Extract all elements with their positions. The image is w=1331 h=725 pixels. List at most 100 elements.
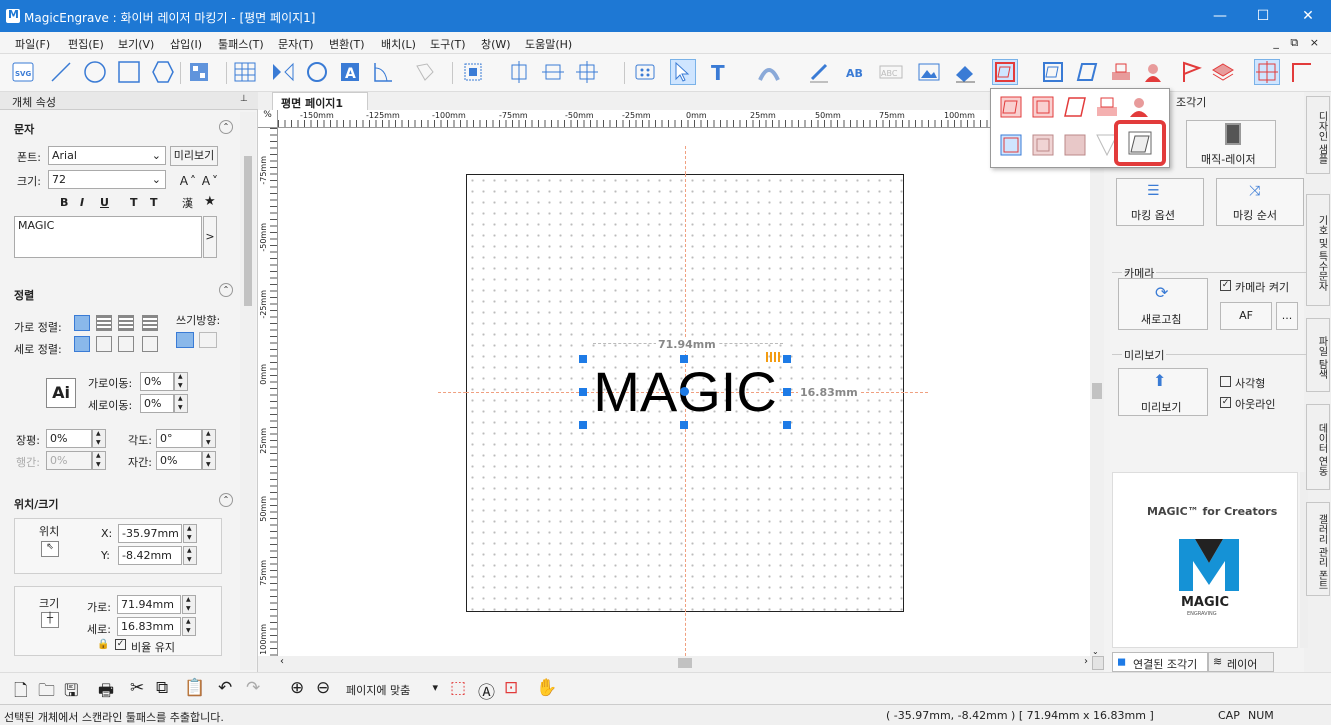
design-canvas[interactable]: 71.94mm 16.83mm MAGIC — [278, 128, 1090, 656]
resize-handle-n[interactable] — [680, 355, 688, 363]
canvas-vertical-scrollbar[interactable]: ⌃ ⌄ — [1090, 128, 1104, 656]
frame-corner-icon[interactable] — [1288, 59, 1314, 85]
rectangle-tool-icon[interactable] — [116, 59, 142, 85]
undo-icon[interactable]: ↶ — [218, 678, 232, 698]
font-grow-icon[interactable]: Ａ˄ — [178, 172, 196, 189]
zoom-area-icon[interactable]: ⬚ — [450, 678, 466, 698]
width-ratio-spinner[interactable] — [92, 429, 106, 448]
text-outline-icon[interactable]: A — [337, 59, 363, 85]
polygon-tool-icon[interactable] — [150, 59, 176, 85]
resize-handle-e[interactable] — [783, 388, 791, 396]
zoom-out-icon[interactable]: ⊖ — [316, 678, 330, 698]
eraser-icon[interactable] — [952, 59, 978, 85]
zoom-selection-icon[interactable]: ⊡ — [504, 678, 518, 698]
symbols-tab[interactable]: 기호 및 특수문자 — [1306, 194, 1330, 306]
redo-icon[interactable]: ↷ — [246, 678, 260, 698]
print-icon[interactable]: 🖶 — [98, 678, 114, 707]
open-folder-icon[interactable]: 🗀 — [38, 678, 55, 707]
laser-device-button[interactable]: 매직-레이저 — [1186, 120, 1276, 168]
align-left-icon[interactable] — [74, 315, 90, 331]
bold-button[interactable]: B — [60, 196, 68, 209]
cut-icon[interactable]: ✂ — [130, 678, 144, 698]
frame-dropdown-icon[interactable] — [992, 59, 1018, 85]
text-edit-marker-icon[interactable] — [766, 352, 780, 362]
frame-option-icon[interactable] — [1031, 133, 1055, 157]
align-center-icon[interactable] — [96, 315, 112, 331]
valign-justify-icon[interactable] — [142, 336, 158, 352]
ellipse-tool-icon[interactable] — [82, 59, 108, 85]
preview-font-button[interactable]: 미리보기 — [170, 146, 218, 166]
gallery-font-tab[interactable]: 갤러리 관리 폰트 — [1306, 502, 1330, 596]
center-v-icon[interactable] — [540, 59, 566, 85]
rectangle-preview-checkbox[interactable] — [1220, 376, 1231, 387]
refresh-camera-button[interactable]: ⟳ 새로고침 — [1118, 278, 1208, 330]
file-explorer-tab[interactable]: 파일 탐색 — [1306, 318, 1330, 392]
frame2-icon[interactable] — [1040, 59, 1066, 85]
copy-icon[interactable]: ⧉ — [156, 678, 168, 698]
angle-tool-icon[interactable] — [370, 59, 396, 85]
h-scroll-thumb[interactable] — [678, 658, 692, 668]
mirror-icon[interactable] — [270, 59, 296, 85]
layer-tab[interactable]: ≋ 레이어 — [1208, 652, 1274, 672]
autofocus-button[interactable]: AF — [1220, 302, 1272, 330]
y-spinner[interactable] — [183, 546, 197, 565]
resize-handle-sw[interactable] — [579, 421, 587, 429]
preview-button[interactable]: ⬆ 미리보기 — [1118, 368, 1208, 416]
char-spacing-spinner[interactable] — [202, 451, 216, 470]
weld-icon[interactable] — [304, 59, 330, 85]
italic-button[interactable]: I — [80, 196, 84, 209]
frame-option-icon[interactable] — [999, 133, 1023, 157]
ab-text-icon[interactable]: AB — [844, 59, 870, 85]
save-icon[interactable]: 🖫 — [64, 678, 78, 707]
align-justify-icon[interactable] — [142, 315, 158, 331]
text-content-input[interactable]: MAGIC — [14, 216, 202, 258]
pen-edit-icon[interactable] — [806, 59, 832, 85]
valign-bottom-icon[interactable] — [118, 336, 134, 352]
frame-option-icon[interactable] — [1063, 95, 1087, 119]
x-spinner[interactable] — [183, 524, 197, 543]
layers-icon[interactable] — [1210, 59, 1236, 85]
position-anchor-icon[interactable]: ⇖ — [41, 541, 59, 557]
x-input[interactable]: -35.97mm — [118, 524, 182, 543]
font-shrink-icon[interactable]: Ａ˅ — [200, 172, 218, 189]
menu-text[interactable]: 문자(T) — [278, 36, 314, 52]
resize-handle-s[interactable] — [680, 421, 688, 429]
resize-handle-se[interactable] — [783, 421, 791, 429]
height-spinner[interactable] — [182, 617, 196, 636]
qrcode-tool-icon[interactable] — [186, 59, 212, 85]
hanja-button[interactable]: 漢 — [182, 195, 193, 211]
valign-top-icon[interactable] — [74, 336, 90, 352]
menu-arrange[interactable]: 배치(L) — [381, 36, 416, 52]
paste-icon[interactable]: 📋 — [184, 678, 205, 698]
angle-input[interactable]: 0° — [156, 429, 202, 448]
highlighted-frame-option[interactable] — [1114, 120, 1166, 166]
h-move-input[interactable]: 0% — [140, 372, 174, 391]
keep-ratio-checkbox[interactable]: ✓ — [115, 639, 126, 650]
menu-toolpath[interactable]: 툴패스(T) — [218, 36, 264, 52]
resize-handle-ne[interactable] — [783, 355, 791, 363]
engrave-machine-icon[interactable] — [1108, 59, 1134, 85]
select-pointer-icon[interactable] — [670, 59, 696, 85]
portrait-option-icon[interactable] — [1127, 95, 1151, 119]
v-scroll-thumb[interactable] — [1092, 383, 1102, 399]
size-anchor-icon[interactable]: ┼ — [41, 612, 59, 628]
menu-tools[interactable]: 도구(T) — [430, 36, 466, 52]
collapse-align-icon[interactable]: ⌃ — [219, 283, 233, 297]
pin-icon[interactable]: ⊥ — [240, 94, 248, 104]
menu-view[interactable]: 보기(V) — [118, 36, 154, 52]
document-tab[interactable]: 평면 페이지1 — [272, 92, 368, 110]
menu-edit[interactable]: 편집(E) — [68, 36, 104, 52]
close-button[interactable]: ✕ — [1285, 0, 1331, 32]
width-spinner[interactable] — [182, 595, 196, 614]
align-icon[interactable] — [460, 59, 486, 85]
font-select[interactable]: Arial ⌄ — [48, 146, 166, 165]
svg-import-icon[interactable]: SVG — [10, 59, 36, 85]
collapse-text-icon[interactable]: ⌃ — [219, 120, 233, 134]
camera-on-checkbox[interactable]: ✓ — [1220, 280, 1231, 291]
flag-red-icon[interactable] — [1178, 59, 1204, 85]
menu-transform[interactable]: 변환(T) — [329, 36, 365, 52]
canvas-horizontal-scrollbar[interactable]: ‹ › — [278, 656, 1090, 670]
camera-more-button[interactable]: ... — [1276, 302, 1298, 330]
data-link-tab[interactable]: 데이터 연동 — [1306, 404, 1330, 490]
maximize-button[interactable]: ☐ — [1240, 0, 1286, 32]
